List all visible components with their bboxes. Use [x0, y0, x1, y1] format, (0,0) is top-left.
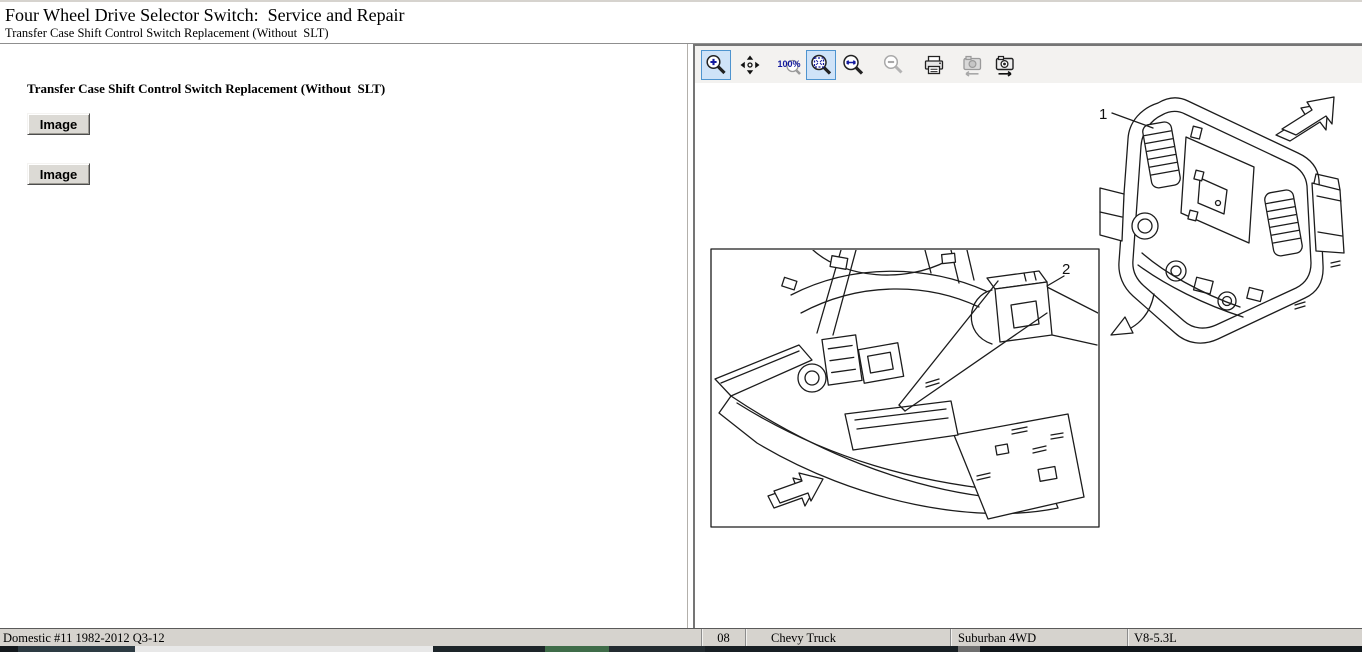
header: Four Wheel Drive Selector Switch: Servic… [0, 0, 1362, 44]
bezel-drawing [1100, 98, 1344, 343]
status-engine: V8-5.3L [1127, 629, 1362, 646]
taskbar-segment [980, 646, 1362, 652]
app-window: Four Wheel Drive Selector Switch: Servic… [0, 0, 1362, 652]
callout-1: 1 [1099, 106, 1107, 123]
image-viewer-panel: 100% [693, 44, 1362, 628]
taskbar-segment [958, 646, 980, 652]
print-icon [922, 53, 946, 77]
detail-inset-box: 2 [711, 249, 1099, 527]
pan-icon [738, 53, 762, 77]
zoom-out-button[interactable] [878, 50, 908, 80]
zoom-100-icon: 100% [777, 53, 801, 77]
taskbar-segment [18, 646, 135, 652]
previous-image-icon [960, 53, 984, 77]
diagram-canvas[interactable]: 1 [695, 83, 1362, 628]
callout-2: 2 [1062, 261, 1070, 278]
status-coverage: Domestic #11 1982-2012 Q3-12 [0, 629, 701, 646]
svg-text:100%: 100% [778, 59, 801, 69]
remove-direction-arrow [1276, 97, 1334, 141]
zoom-fit-width-icon [841, 53, 865, 77]
zoom-in-icon [704, 53, 728, 77]
taskbar-segment [545, 646, 609, 652]
page-title: Four Wheel Drive Selector Switch: Servic… [5, 5, 1362, 26]
procedure-heading: Transfer Case Shift Control Switch Repla… [27, 81, 677, 97]
previous-image-button[interactable] [957, 50, 987, 80]
viewer-toolbar: 100% [695, 46, 1362, 83]
status-year: 08 [701, 629, 745, 646]
taskbar-segment [433, 646, 545, 652]
main-area: Transfer Case Shift Control Switch Repla… [0, 44, 1362, 628]
pan-button[interactable] [735, 50, 765, 80]
next-image-button[interactable] [990, 50, 1020, 80]
taskbar-segment [0, 646, 18, 652]
taskbar-sliver[interactable] [0, 646, 1362, 652]
print-button[interactable] [919, 50, 949, 80]
page-subtitle: Transfer Case Shift Control Switch Repla… [5, 26, 1362, 41]
procedure-panel: Transfer Case Shift Control Switch Repla… [0, 44, 688, 628]
zoom-fit-width-button[interactable] [838, 50, 868, 80]
next-image-icon [993, 53, 1017, 77]
status-make: Chevy Truck [745, 629, 950, 646]
status-model: Suburban 4WD [950, 629, 1127, 646]
zoom-out-icon [881, 53, 905, 77]
zoom-fit-button[interactable] [806, 50, 836, 80]
service-diagram: 1 [695, 83, 1362, 628]
zoom-in-button[interactable] [701, 50, 731, 80]
zoom-100-button[interactable]: 100% [774, 50, 804, 80]
taskbar-segment [135, 646, 433, 652]
taskbar-segment [609, 646, 705, 652]
status-bar: Domestic #11 1982-2012 Q3-12 08 Chevy Tr… [0, 628, 1362, 646]
zoom-fit-icon [809, 53, 833, 77]
image-button-1[interactable]: Image [27, 113, 90, 135]
taskbar-segment [705, 646, 958, 652]
image-button-2[interactable]: Image [27, 163, 90, 185]
